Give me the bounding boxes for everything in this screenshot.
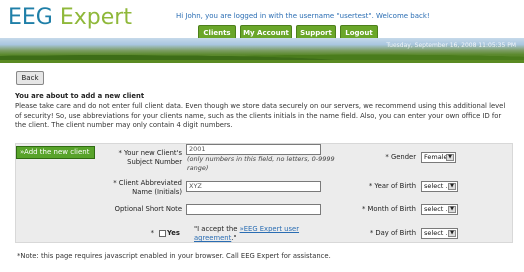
intro-body: Please take care and do not enter full c… [15,102,506,130]
intro-text: You are about to add a new client Please… [15,92,513,131]
tab-my-account[interactable]: My Account [240,25,292,39]
agreement-required-star: * [150,229,154,237]
agreement-text: "I accept the »EEG Expert user agreement… [194,225,324,243]
logo-text-eeg: EEG [8,5,53,30]
short-note-label: Optional Short Note [114,205,182,213]
chevron-down-icon: ▼ [448,183,456,190]
tab-clients[interactable]: Clients [198,25,236,39]
banner-ribbon [0,60,524,63]
subject-number-input[interactable]: 2001 [186,144,321,155]
intro-heading: You are about to add a new client [15,92,145,100]
gender-label: * Gender [385,153,416,161]
short-note-input[interactable] [186,204,321,215]
subject-number-label: * Your new Client's Subject Number [118,149,182,166]
agreement-checkbox[interactable] [159,230,166,237]
agreement-text-prefix: "I accept the [194,225,240,233]
banner-date: Tuesday, September 16, 2008 11:05:35 PM [386,42,516,49]
initials-input[interactable]: XYZ [186,181,321,192]
javascript-note: *Note: this page requires javascript ena… [17,252,331,260]
birth-year-label: * Year of Birth [368,182,416,190]
birth-month-label: * Month of Birth [361,205,416,213]
landscape-banner: Tuesday, September 16, 2008 11:05:35 PM [0,38,524,60]
birth-year-select[interactable]: select ... ▼ [421,181,458,192]
chevron-down-icon: ▼ [446,154,454,161]
back-button[interactable]: Back [16,71,44,85]
gender-selected-value: Female [424,153,448,161]
chevron-down-icon: ▼ [448,230,456,237]
tab-support[interactable]: Support [296,25,336,39]
initials-label: * Client Abbreviated Name (Initials) [113,179,182,196]
chevron-down-icon: ▼ [448,206,456,213]
add-client-button[interactable]: »Add the new client [16,146,95,159]
birth-day-select[interactable]: select ... ▼ [421,228,458,239]
birth-month-select[interactable]: select ... ▼ [421,204,458,215]
welcome-message: Hi John, you are logged in with the user… [176,12,430,20]
banner-hills [0,50,524,60]
agreement-text-suffix: ." [231,234,237,242]
birth-day-label: * Day of Birth [369,229,416,237]
tab-logout[interactable]: Logout [340,25,378,39]
agreement-yes-label[interactable]: Yes [167,229,180,238]
eeg-expert-logo[interactable]: EEG Expert [8,5,132,30]
subject-number-hint: (only numbers in this field, no letters,… [187,155,335,172]
logo-text-expert: Expert [59,5,132,30]
gender-select[interactable]: Female ▼ [421,152,456,163]
